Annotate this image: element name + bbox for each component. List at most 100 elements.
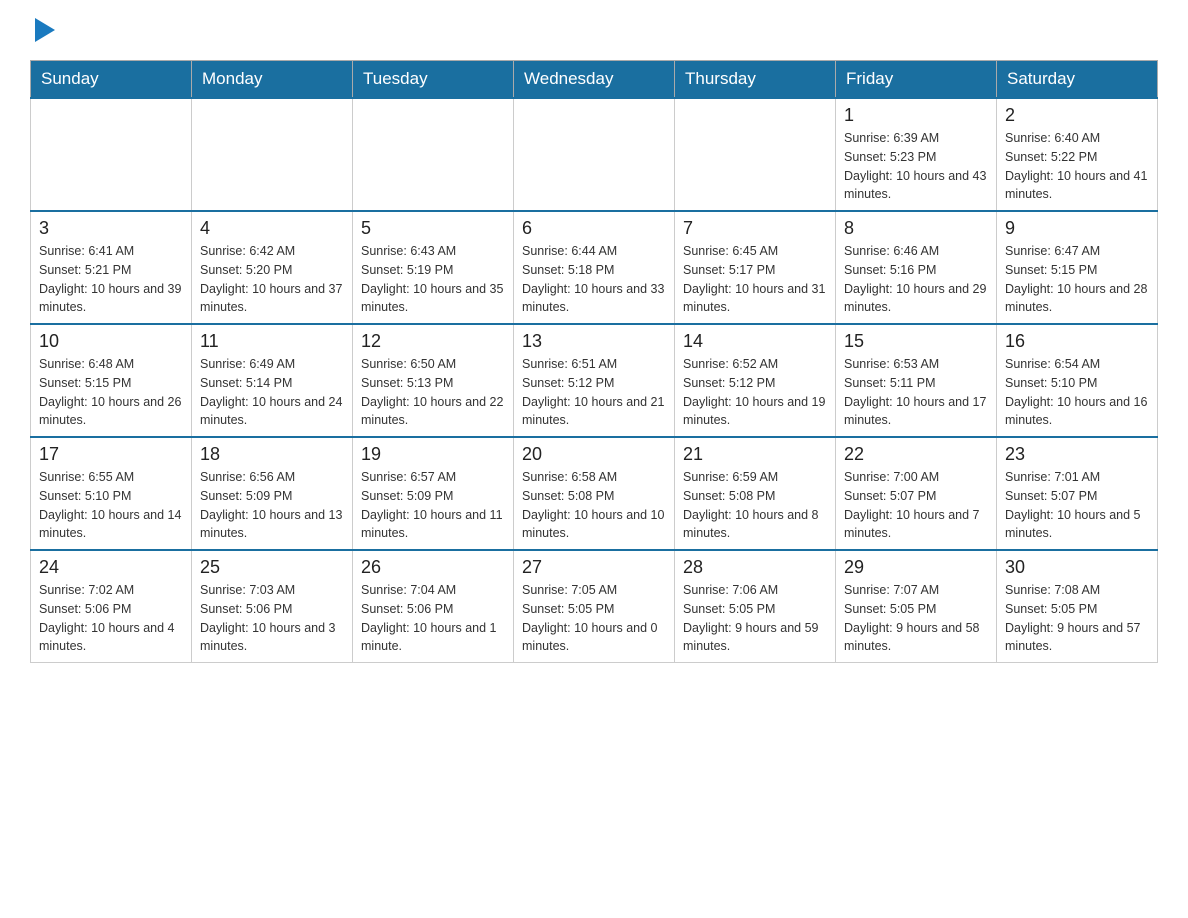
- day-number: 23: [1005, 444, 1149, 465]
- day-number: 7: [683, 218, 827, 239]
- calendar-week-row: 1 Sunrise: 6:39 AM Sunset: 5:23 PM Daylig…: [31, 98, 1158, 211]
- calendar-cell: 8Sunrise: 6:46 AM Sunset: 5:16 PM Daylig…: [836, 211, 997, 324]
- day-info: Sunrise: 7:06 AM Sunset: 5:05 PM Dayligh…: [683, 581, 827, 656]
- calendar-cell: 15 Sunrise: 6:53 AM Sunset: 5:11 PM Dayli…: [836, 324, 997, 437]
- calendar-cell: 7 Sunrise: 6:45 AM Sunset: 5:17 PM Daylig…: [675, 211, 836, 324]
- day-number: 2: [1005, 105, 1149, 126]
- weekday-header-monday: Monday: [192, 61, 353, 99]
- calendar-cell: 25 Sunrise: 7:03 AM Sunset: 5:06 PM Dayli…: [192, 550, 353, 663]
- calendar-week-row: 17 Sunrise: 6:55 AM Sunset: 5:10 PM Dayli…: [31, 437, 1158, 550]
- calendar-week-row: 10Sunrise: 6:48 AM Sunset: 5:15 PM Dayli…: [31, 324, 1158, 437]
- calendar-cell: [514, 98, 675, 211]
- day-info: Sunrise: 6:46 AM Sunset: 5:16 PM Dayligh…: [844, 242, 988, 317]
- day-info: Sunrise: 6:53 AM Sunset: 5:11 PM Dayligh…: [844, 355, 988, 430]
- logo-triangle-icon: [35, 18, 55, 42]
- day-info: Sunrise: 6:52 AM Sunset: 5:12 PM Dayligh…: [683, 355, 827, 430]
- day-info: Sunrise: 6:43 AM Sunset: 5:19 PM Dayligh…: [361, 242, 505, 317]
- day-info: Sunrise: 6:45 AM Sunset: 5:17 PM Dayligh…: [683, 242, 827, 317]
- day-info: Sunrise: 7:02 AM Sunset: 5:06 PM Dayligh…: [39, 581, 183, 656]
- day-number: 19: [361, 444, 505, 465]
- day-number: 28: [683, 557, 827, 578]
- calendar-cell: 22Sunrise: 7:00 AM Sunset: 5:07 PM Dayli…: [836, 437, 997, 550]
- day-info: Sunrise: 6:58 AM Sunset: 5:08 PM Dayligh…: [522, 468, 666, 543]
- calendar-cell: 11 Sunrise: 6:49 AM Sunset: 5:14 PM Dayli…: [192, 324, 353, 437]
- calendar-cell: 14 Sunrise: 6:52 AM Sunset: 5:12 PM Dayli…: [675, 324, 836, 437]
- calendar-week-row: 3 Sunrise: 6:41 AM Sunset: 5:21 PM Daylig…: [31, 211, 1158, 324]
- weekday-header-saturday: Saturday: [997, 61, 1158, 99]
- day-info: Sunrise: 6:51 AM Sunset: 5:12 PM Dayligh…: [522, 355, 666, 430]
- day-number: 4: [200, 218, 344, 239]
- day-info: Sunrise: 7:05 AM Sunset: 5:05 PM Dayligh…: [522, 581, 666, 656]
- day-info: Sunrise: 7:08 AM Sunset: 5:05 PM Dayligh…: [1005, 581, 1149, 656]
- calendar-cell: 6 Sunrise: 6:44 AM Sunset: 5:18 PM Daylig…: [514, 211, 675, 324]
- day-info: Sunrise: 6:39 AM Sunset: 5:23 PM Dayligh…: [844, 129, 988, 204]
- day-number: 17: [39, 444, 183, 465]
- day-info: Sunrise: 7:01 AM Sunset: 5:07 PM Dayligh…: [1005, 468, 1149, 543]
- day-number: 1: [844, 105, 988, 126]
- day-info: Sunrise: 6:56 AM Sunset: 5:09 PM Dayligh…: [200, 468, 344, 543]
- day-number: 14: [683, 331, 827, 352]
- day-number: 11: [200, 331, 344, 352]
- day-info: Sunrise: 7:04 AM Sunset: 5:06 PM Dayligh…: [361, 581, 505, 656]
- calendar-cell: 18 Sunrise: 6:56 AM Sunset: 5:09 PM Dayli…: [192, 437, 353, 550]
- day-info: Sunrise: 6:57 AM Sunset: 5:09 PM Dayligh…: [361, 468, 505, 543]
- day-info: Sunrise: 6:47 AM Sunset: 5:15 PM Dayligh…: [1005, 242, 1149, 317]
- calendar-cell: 13 Sunrise: 6:51 AM Sunset: 5:12 PM Dayli…: [514, 324, 675, 437]
- calendar-cell: 17 Sunrise: 6:55 AM Sunset: 5:10 PM Dayli…: [31, 437, 192, 550]
- calendar-cell: 24Sunrise: 7:02 AM Sunset: 5:06 PM Dayli…: [31, 550, 192, 663]
- day-number: 22: [844, 444, 988, 465]
- logo: [30, 20, 57, 40]
- day-number: 3: [39, 218, 183, 239]
- day-number: 5: [361, 218, 505, 239]
- calendar-cell: 5 Sunrise: 6:43 AM Sunset: 5:19 PM Daylig…: [353, 211, 514, 324]
- day-info: Sunrise: 7:07 AM Sunset: 5:05 PM Dayligh…: [844, 581, 988, 656]
- day-number: 27: [522, 557, 666, 578]
- calendar-cell: 12 Sunrise: 6:50 AM Sunset: 5:13 PM Dayli…: [353, 324, 514, 437]
- calendar-cell: 21Sunrise: 6:59 AM Sunset: 5:08 PM Dayli…: [675, 437, 836, 550]
- day-number: 13: [522, 331, 666, 352]
- day-number: 26: [361, 557, 505, 578]
- day-number: 29: [844, 557, 988, 578]
- page-header: [30, 20, 1158, 40]
- day-info: Sunrise: 6:49 AM Sunset: 5:14 PM Dayligh…: [200, 355, 344, 430]
- weekday-header-thursday: Thursday: [675, 61, 836, 99]
- day-info: Sunrise: 6:41 AM Sunset: 5:21 PM Dayligh…: [39, 242, 183, 317]
- calendar-cell: 30 Sunrise: 7:08 AM Sunset: 5:05 PM Dayli…: [997, 550, 1158, 663]
- calendar-cell: 29 Sunrise: 7:07 AM Sunset: 5:05 PM Dayli…: [836, 550, 997, 663]
- calendar-cell: 19 Sunrise: 6:57 AM Sunset: 5:09 PM Dayli…: [353, 437, 514, 550]
- calendar-cell: 3 Sunrise: 6:41 AM Sunset: 5:21 PM Daylig…: [31, 211, 192, 324]
- calendar-cell: [353, 98, 514, 211]
- calendar-cell: 10Sunrise: 6:48 AM Sunset: 5:15 PM Dayli…: [31, 324, 192, 437]
- day-number: 6: [522, 218, 666, 239]
- day-number: 16: [1005, 331, 1149, 352]
- weekday-header-row: SundayMondayTuesdayWednesdayThursdayFrid…: [31, 61, 1158, 99]
- calendar-cell: 28 Sunrise: 7:06 AM Sunset: 5:05 PM Dayli…: [675, 550, 836, 663]
- day-number: 12: [361, 331, 505, 352]
- logo-blue-text: [30, 20, 57, 40]
- day-number: 30: [1005, 557, 1149, 578]
- weekday-header-tuesday: Tuesday: [353, 61, 514, 99]
- calendar-cell: 27 Sunrise: 7:05 AM Sunset: 5:05 PM Dayli…: [514, 550, 675, 663]
- day-info: Sunrise: 6:44 AM Sunset: 5:18 PM Dayligh…: [522, 242, 666, 317]
- day-info: Sunrise: 6:59 AM Sunset: 5:08 PM Dayligh…: [683, 468, 827, 543]
- day-info: Sunrise: 6:50 AM Sunset: 5:13 PM Dayligh…: [361, 355, 505, 430]
- day-number: 20: [522, 444, 666, 465]
- weekday-header-sunday: Sunday: [31, 61, 192, 99]
- day-number: 10: [39, 331, 183, 352]
- calendar-cell: 26 Sunrise: 7:04 AM Sunset: 5:06 PM Dayli…: [353, 550, 514, 663]
- weekday-header-wednesday: Wednesday: [514, 61, 675, 99]
- calendar-cell: 16Sunrise: 6:54 AM Sunset: 5:10 PM Dayli…: [997, 324, 1158, 437]
- day-info: Sunrise: 7:03 AM Sunset: 5:06 PM Dayligh…: [200, 581, 344, 656]
- day-number: 15: [844, 331, 988, 352]
- day-info: Sunrise: 6:55 AM Sunset: 5:10 PM Dayligh…: [39, 468, 183, 543]
- day-number: 18: [200, 444, 344, 465]
- day-number: 25: [200, 557, 344, 578]
- calendar-week-row: 24Sunrise: 7:02 AM Sunset: 5:06 PM Dayli…: [31, 550, 1158, 663]
- calendar-cell: 1 Sunrise: 6:39 AM Sunset: 5:23 PM Daylig…: [836, 98, 997, 211]
- calendar-cell: 23 Sunrise: 7:01 AM Sunset: 5:07 PM Dayli…: [997, 437, 1158, 550]
- calendar-cell: 2Sunrise: 6:40 AM Sunset: 5:22 PM Daylig…: [997, 98, 1158, 211]
- calendar-cell: [675, 98, 836, 211]
- calendar-cell: [31, 98, 192, 211]
- calendar-cell: [192, 98, 353, 211]
- calendar-cell: 20 Sunrise: 6:58 AM Sunset: 5:08 PM Dayli…: [514, 437, 675, 550]
